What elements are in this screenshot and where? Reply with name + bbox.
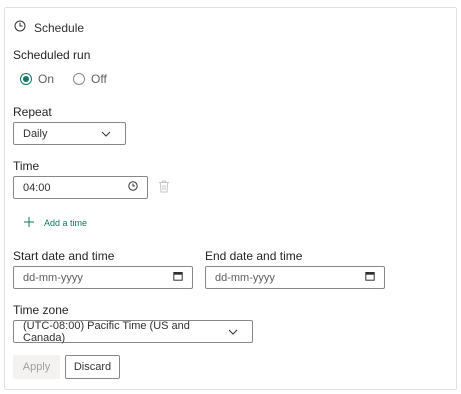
- start-date-placeholder: dd-mm-yyyy: [23, 271, 83, 284]
- time-label: Time: [13, 159, 40, 173]
- discard-button[interactable]: Discard: [65, 355, 120, 379]
- radio-on-indicator[interactable]: [20, 73, 32, 85]
- calendar-icon[interactable]: [173, 271, 183, 284]
- clock-icon: [14, 19, 26, 37]
- radio-on-label: On: [38, 72, 55, 86]
- radio-off[interactable]: Off: [73, 72, 107, 86]
- plus-icon: [24, 217, 34, 229]
- end-date-label: End date and time: [205, 249, 303, 263]
- add-time-label: Add a time: [44, 218, 88, 228]
- schedule-title: Schedule: [34, 21, 85, 35]
- chevron-down-icon: [101, 128, 111, 140]
- time-input[interactable]: 04:00: [13, 176, 148, 199]
- radio-on[interactable]: On: [20, 72, 54, 86]
- radio-off-label: Off: [91, 72, 107, 86]
- end-date-placeholder: dd-mm-yyyy: [215, 271, 275, 284]
- radio-off-indicator[interactable]: [73, 73, 85, 85]
- scheduled-run-label: Scheduled run: [13, 48, 91, 62]
- end-date-input[interactable]: dd-mm-yyyy: [205, 266, 385, 289]
- start-date-label: Start date and time: [13, 249, 115, 263]
- calendar-icon[interactable]: [365, 271, 375, 284]
- repeat-dropdown[interactable]: Daily: [13, 122, 126, 145]
- timezone-dropdown[interactable]: (UTC-08:00) Pacific Time (US and Canada): [13, 319, 253, 344]
- repeat-value: Daily: [23, 127, 48, 140]
- chevron-down-icon: [228, 326, 238, 338]
- apply-button[interactable]: Apply: [13, 355, 60, 379]
- timezone-label: Time zone: [13, 303, 69, 317]
- time-value: 04:00: [23, 181, 51, 194]
- start-date-input[interactable]: dd-mm-yyyy: [13, 266, 193, 289]
- clock-icon[interactable]: [128, 181, 138, 194]
- add-time-button[interactable]: Add a time: [24, 217, 87, 229]
- schedule-header: Schedule: [14, 19, 84, 37]
- repeat-label: Repeat: [13, 105, 52, 119]
- timezone-value: (UTC-08:00) Pacific Time (US and Canada): [23, 319, 190, 344]
- delete-icon[interactable]: [158, 180, 170, 198]
